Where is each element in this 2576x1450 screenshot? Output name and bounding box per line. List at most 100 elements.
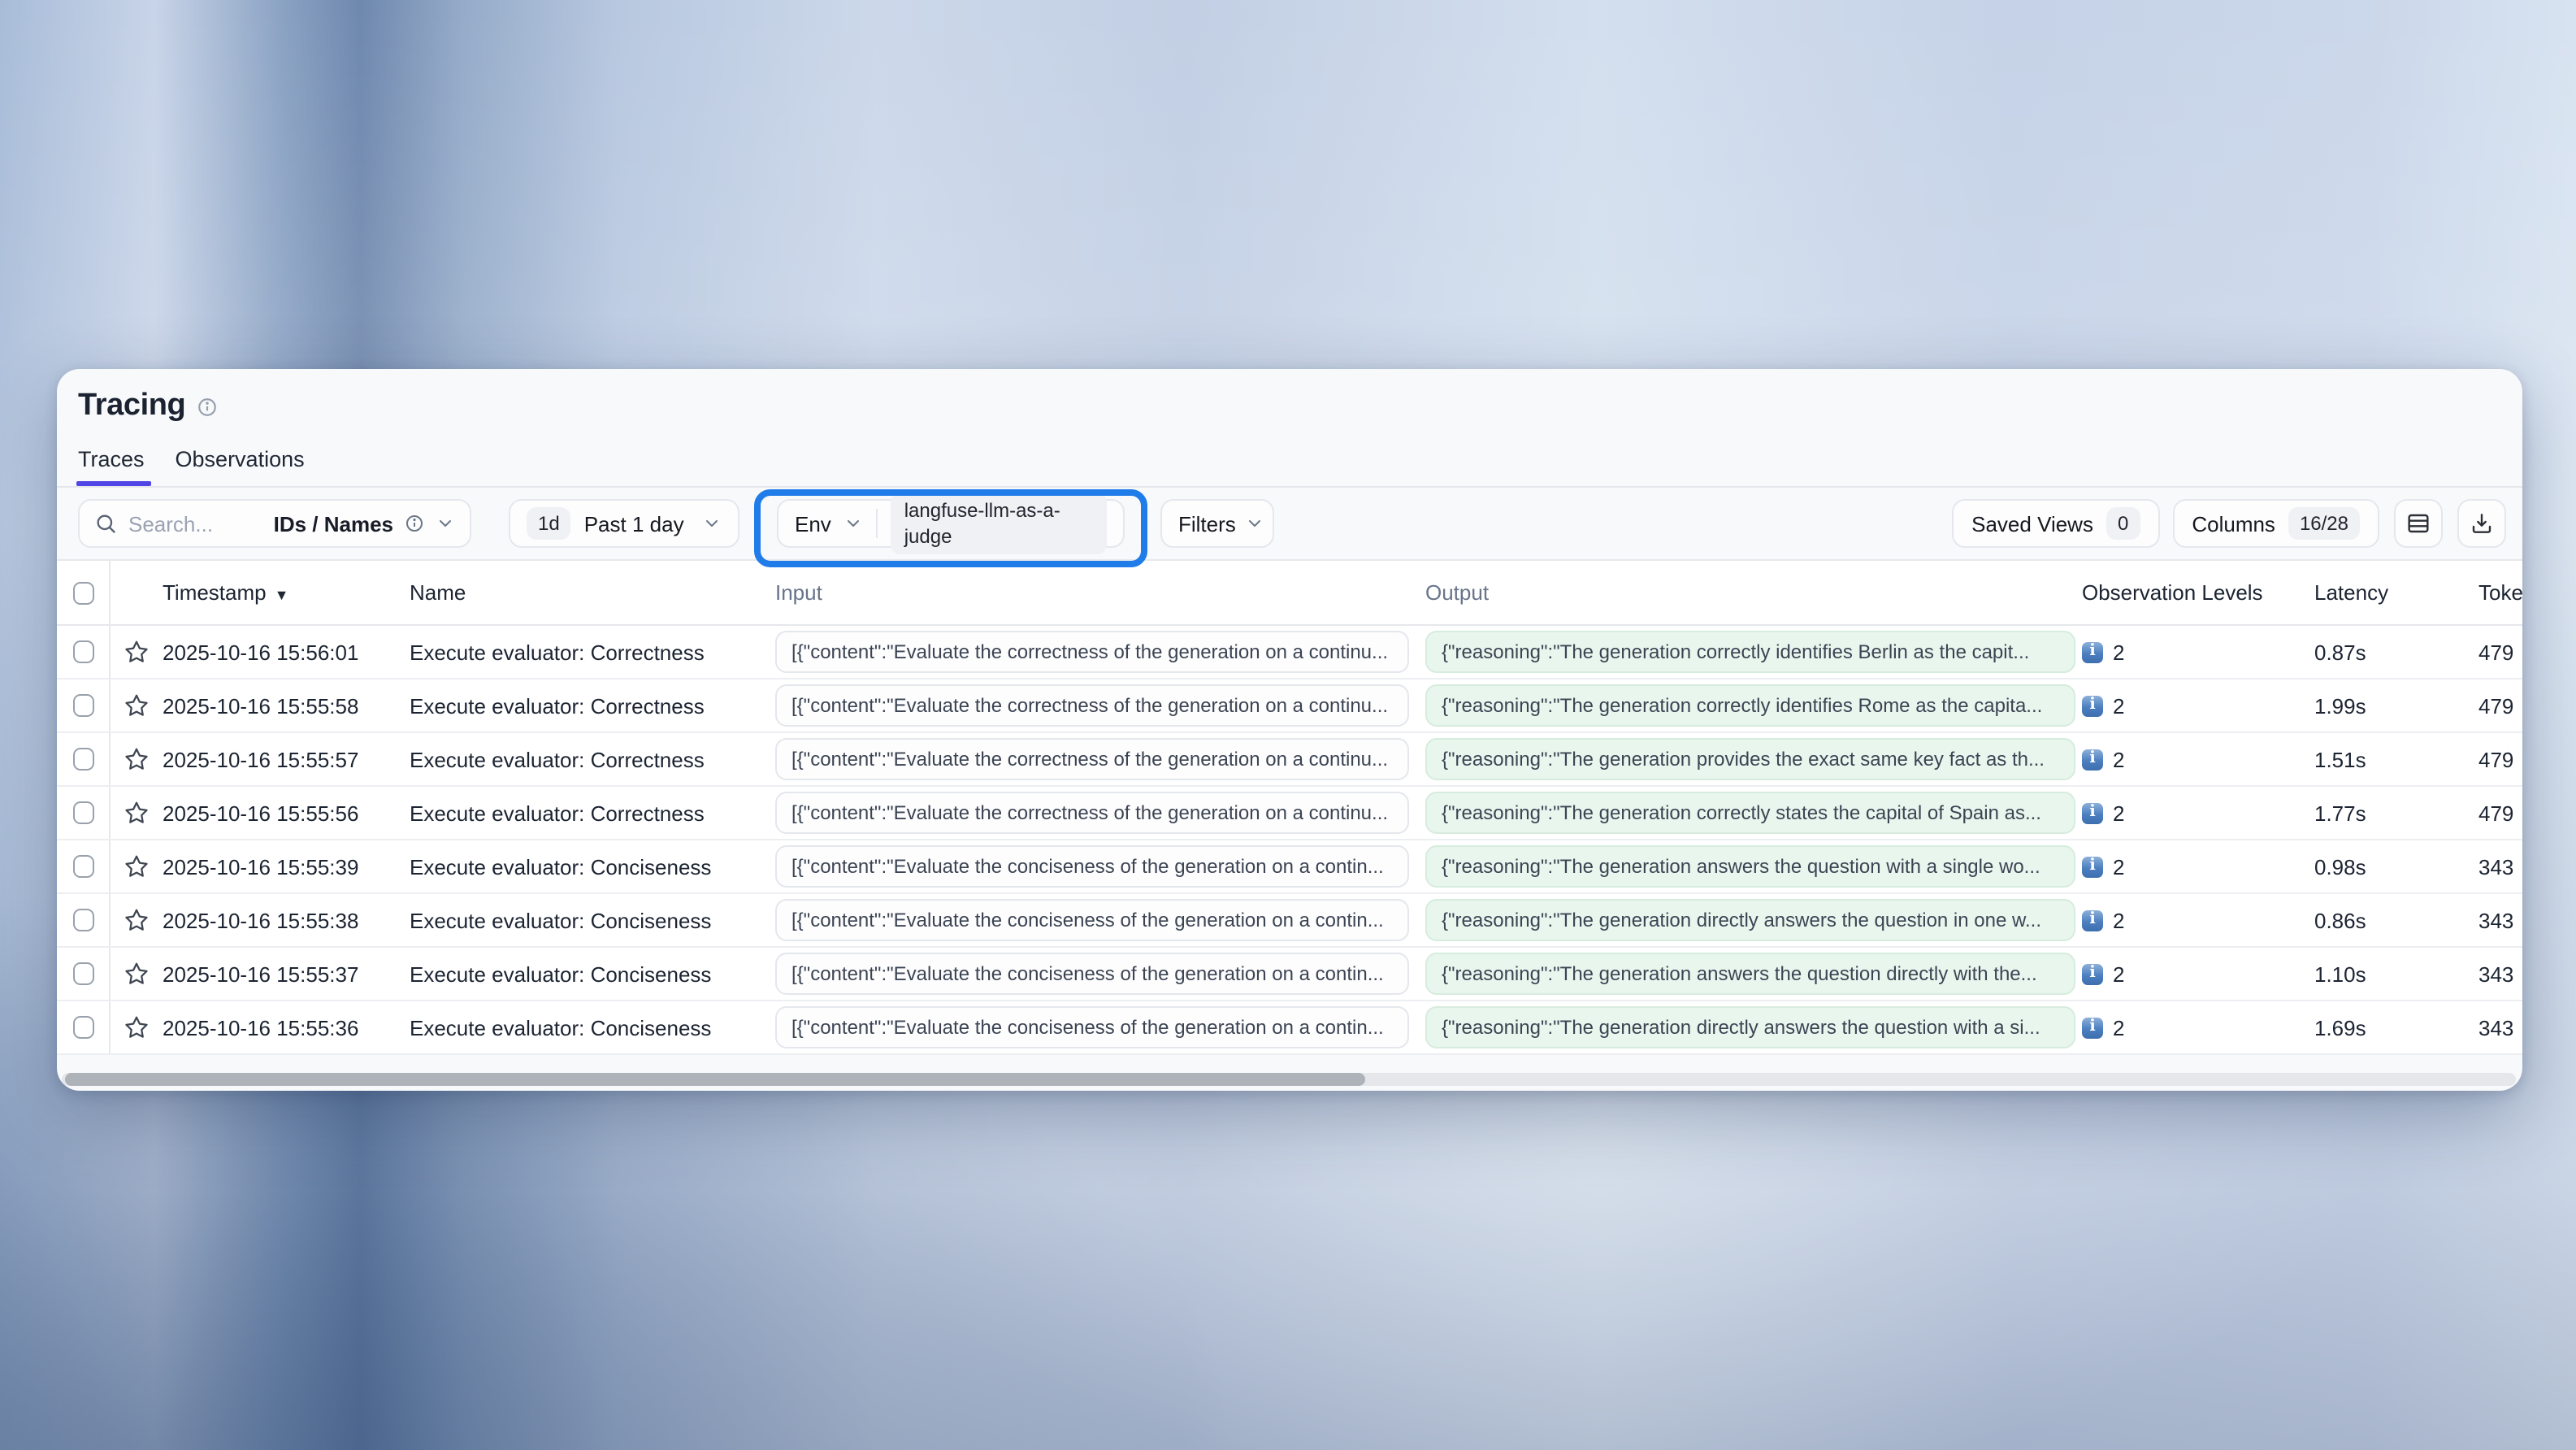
trace-timestamp: 2025-10-16 15:55:57 [163,747,410,771]
info-level-icon: i [2082,963,2103,984]
download-icon [2469,510,2495,536]
select-all-checkbox[interactable] [72,581,93,604]
star-icon[interactable] [124,853,150,879]
search-placeholder: Search... [128,511,213,536]
horizontal-scrollbar-thumb[interactable] [65,1073,1365,1086]
info-level-icon: i [2082,856,2103,877]
table-row[interactable]: 2025-10-16 15:55:38 Execute evaluator: C… [57,894,2522,948]
saved-views-label: Saved Views [1971,511,2093,536]
search-input[interactable]: Search... IDs / Names [78,499,471,548]
columns-count-badge: 16/28 [2288,507,2360,540]
trace-input-preview[interactable]: [{"content":"Evaluate the conciseness of… [775,953,1409,995]
row-checkbox[interactable] [72,1016,93,1039]
star-icon[interactable] [124,907,150,933]
tab-observations[interactable]: Observations [176,447,305,486]
observation-level-count: 2 [2113,908,2124,932]
star-icon[interactable] [124,746,150,772]
table-row[interactable]: 2025-10-16 15:55:57 Execute evaluator: C… [57,733,2522,787]
trace-timestamp: 2025-10-16 15:55:36 [163,1015,410,1040]
table-row[interactable]: 2025-10-16 15:56:01 Execute evaluator: C… [57,626,2522,679]
columns-button[interactable]: Columns 16/28 [2172,499,2379,548]
saved-views-button[interactable]: Saved Views 0 [1952,499,2159,548]
trace-timestamp: 2025-10-16 15:55:56 [163,801,410,825]
trace-output-preview[interactable]: {"reasoning":"The generation correctly i… [1425,631,2075,673]
info-icon[interactable] [405,514,424,533]
env-filter-label: Env [795,511,831,536]
tab-traces[interactable]: Traces [78,447,145,486]
header-input[interactable]: Input [775,580,1425,605]
row-height-button[interactable] [2394,499,2443,548]
star-icon[interactable] [124,1014,150,1040]
observation-level-count: 2 [2113,747,2124,771]
trace-output-preview[interactable]: {"reasoning":"The generation answers the… [1425,845,2075,888]
time-range-select[interactable]: 1d Past 1 day [509,499,739,548]
toolbar: Search... IDs / Names 1d Past 1 day [57,488,2522,559]
header-observation-levels[interactable]: Observation Levels [2082,580,2314,605]
trace-name: Execute evaluator: Correctness [410,693,775,718]
trace-input-preview[interactable]: [{"content":"Evaluate the conciseness of… [775,1006,1409,1048]
table-row[interactable]: 2025-10-16 15:55:37 Execute evaluator: C… [57,948,2522,1001]
observation-level-count: 2 [2113,693,2124,718]
header-tokens[interactable]: Tokens [2478,580,2522,605]
chevron-down-icon [1246,514,1265,533]
filters-button[interactable]: Filters [1160,499,1274,548]
trace-name: Execute evaluator: Correctness [410,747,775,771]
star-icon[interactable] [124,639,150,665]
trace-timestamp: 2025-10-16 15:55:38 [163,908,410,932]
row-checkbox[interactable] [72,909,93,931]
trace-output-preview[interactable]: {"reasoning":"The generation directly an… [1425,1006,2075,1048]
trace-output-preview[interactable]: {"reasoning":"The generation correctly i… [1425,684,2075,727]
desktop-background: Tracing Traces Observations [0,0,2576,1450]
horizontal-scrollbar[interactable] [62,1073,2516,1086]
search-scope-label[interactable]: IDs / Names [274,511,393,536]
columns-label: Columns [2192,511,2275,536]
trace-tokens: 343 → [2478,854,2522,879]
row-checkbox[interactable] [72,748,93,771]
row-checkbox[interactable] [72,962,93,985]
chevron-down-icon [844,514,864,533]
table-row[interactable]: 2025-10-16 15:55:36 Execute evaluator: C… [57,1001,2522,1055]
trace-input-preview[interactable]: [{"content":"Evaluate the correctness of… [775,792,1409,834]
trace-output-preview[interactable]: {"reasoning":"The generation directly an… [1425,899,2075,941]
header-cell-select [57,561,111,624]
trace-tokens: 479 → [2478,747,2522,771]
trace-output-preview[interactable]: {"reasoning":"The generation answers the… [1425,953,2075,995]
table-header-row: Timestamp▼ Name Input Output Observation… [57,561,2522,626]
trace-latency: 0.87s [2314,640,2478,664]
env-filter-select[interactable]: Env langfuse-llm-as-a-judge [777,499,1125,548]
info-level-icon: i [2082,749,2103,770]
filters-label: Filters [1178,511,1236,536]
table-row[interactable]: 2025-10-16 15:55:58 Execute evaluator: C… [57,679,2522,733]
header-timestamp[interactable]: Timestamp▼ [163,580,410,605]
row-checkbox[interactable] [72,694,93,717]
table-rows-icon [2405,510,2431,536]
trace-name: Execute evaluator: Correctness [410,801,775,825]
trace-tokens: 343 → [2478,962,2522,986]
header-latency[interactable]: Latency [2314,580,2478,605]
trace-input-preview[interactable]: [{"content":"Evaluate the conciseness of… [775,845,1409,888]
trace-output-preview[interactable]: {"reasoning":"The generation correctly s… [1425,792,2075,834]
trace-input-preview[interactable]: [{"content":"Evaluate the correctness of… [775,684,1409,727]
export-button[interactable] [2457,499,2506,548]
page-title: Tracing [78,389,185,424]
trace-output-preview[interactable]: {"reasoning":"The generation provides th… [1425,738,2075,780]
header-name[interactable]: Name [410,580,775,605]
trace-timestamp: 2025-10-16 15:56:01 [163,640,410,664]
row-checkbox[interactable] [72,855,93,878]
trace-input-preview[interactable]: [{"content":"Evaluate the conciseness of… [775,899,1409,941]
star-icon[interactable] [124,800,150,826]
table-row[interactable]: 2025-10-16 15:55:39 Execute evaluator: C… [57,840,2522,894]
tracing-window: Tracing Traces Observations [57,369,2522,1091]
header-output[interactable]: Output [1425,580,2082,605]
star-icon[interactable] [124,961,150,987]
divider [877,509,878,538]
trace-input-preview[interactable]: [{"content":"Evaluate the correctness of… [775,738,1409,780]
tab-bar: Traces Observations [78,447,2501,486]
row-checkbox[interactable] [72,801,93,824]
trace-input-preview[interactable]: [{"content":"Evaluate the correctness of… [775,631,1409,673]
table-row[interactable]: 2025-10-16 15:55:56 Execute evaluator: C… [57,787,2522,840]
row-checkbox[interactable] [72,640,93,663]
info-icon[interactable] [197,396,218,417]
star-icon[interactable] [124,692,150,718]
trace-latency: 1.10s [2314,962,2478,986]
